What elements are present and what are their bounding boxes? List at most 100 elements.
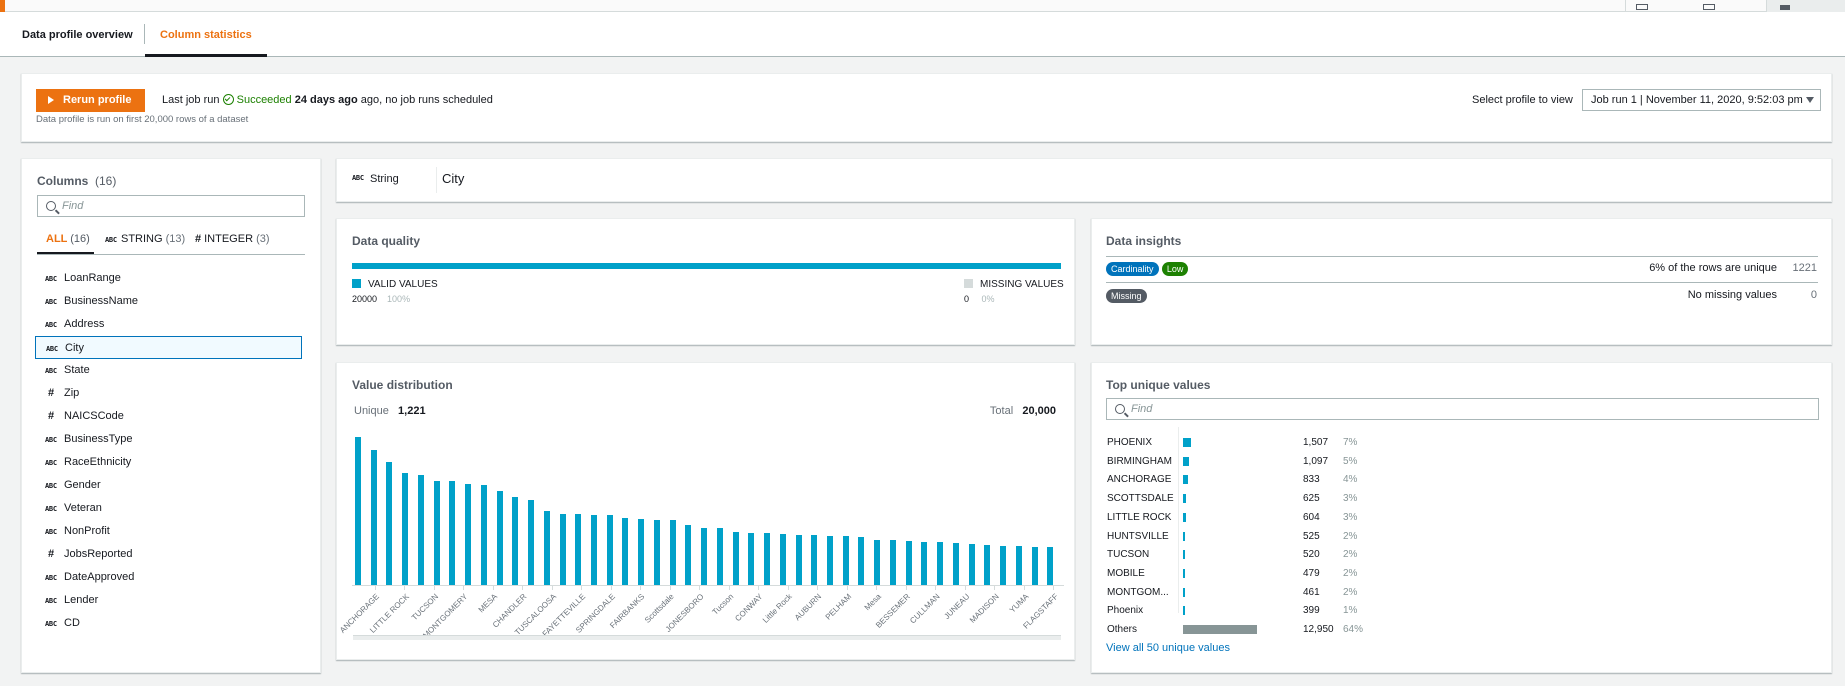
unique-values-search-input[interactable]: Find: [1106, 398, 1819, 420]
top-unique-values-title: Top unique values: [1106, 378, 1211, 392]
last-job-label: Last job run: [162, 94, 220, 106]
unique-value-percent: 2%: [1343, 586, 1358, 598]
chart-bar[interactable]: [370, 450, 377, 585]
chart-bar[interactable]: [937, 542, 944, 585]
chart-bar[interactable]: [685, 525, 692, 585]
chart-bar[interactable]: [417, 474, 424, 585]
grid-view-button[interactable]: [1625, 0, 1765, 12]
column-item-label: City: [65, 342, 84, 354]
filter-string[interactable]: ABC STRING (13): [105, 233, 185, 245]
chart-bar[interactable]: [386, 461, 393, 585]
chart-bar[interactable]: [748, 533, 755, 585]
column-item[interactable]: ABC LoanRange: [35, 267, 302, 290]
chart-bar[interactable]: [480, 485, 487, 585]
chart-bar[interactable]: [638, 519, 645, 585]
unique-value-row: LITTLE ROCK 604 3%: [1107, 508, 1507, 527]
chart-bar[interactable]: [465, 484, 472, 585]
unique-value-count: 525: [1303, 530, 1320, 542]
column-item[interactable]: ABC Gender: [35, 474, 302, 497]
column-item[interactable]: ABC BusinessType: [35, 428, 302, 451]
chart-bar[interactable]: [905, 541, 912, 585]
x-tick: [758, 586, 760, 590]
chart-bar[interactable]: [842, 536, 849, 585]
chart-bar[interactable]: [591, 515, 597, 585]
profile-select[interactable]: Job run 1 | November 11, 2020, 9:52:03 p…: [1582, 89, 1821, 111]
chart-bar[interactable]: [433, 480, 440, 585]
chart-bar[interactable]: [512, 497, 519, 585]
integer-type-icon: #: [48, 410, 55, 422]
chart-bar[interactable]: [779, 534, 786, 585]
column-item-label: NAICSCode: [64, 410, 124, 422]
chart-view-button[interactable]: [1766, 0, 1845, 12]
columns-title: Columns (16): [37, 174, 117, 188]
chart-bar[interactable]: [355, 437, 361, 585]
chart-bar[interactable]: [889, 540, 896, 585]
unique-value-percent: 7%: [1343, 437, 1358, 448]
chart-bar[interactable]: [701, 527, 708, 585]
columns-search-input[interactable]: Find: [37, 195, 305, 217]
chart-scrollbar[interactable]: [353, 635, 1061, 640]
x-tick-label: AUBURN: [793, 592, 824, 623]
tab-column-statistics[interactable]: Column statistics: [145, 12, 267, 57]
column-item[interactable]: ABC State: [35, 359, 302, 382]
chart-bar[interactable]: [1047, 546, 1054, 585]
chart-bar[interactable]: [653, 520, 660, 585]
chart-bar[interactable]: [732, 531, 739, 585]
filter-integer[interactable]: # INTEGER (3): [195, 233, 270, 245]
unique-value-name: Others: [1107, 624, 1138, 635]
chart-bar[interactable]: [543, 511, 550, 585]
string-type-icon: ABC: [46, 345, 58, 353]
unique-value-row: SCOTTSDALE 625 3%: [1107, 489, 1507, 508]
chart-bar[interactable]: [811, 535, 818, 585]
column-item[interactable]: ABC NonProfit: [35, 520, 302, 543]
chart-bar[interactable]: [858, 537, 865, 585]
chart-bar[interactable]: [968, 544, 975, 585]
chart-bar[interactable]: [402, 473, 409, 585]
chart-bar[interactable]: [764, 533, 771, 585]
chart-bar[interactable]: [827, 536, 833, 585]
chart-bar[interactable]: [952, 542, 959, 585]
column-type-label: String: [370, 173, 399, 185]
chart-bar[interactable]: [984, 544, 991, 585]
column-item[interactable]: ABC DateApproved: [35, 566, 302, 589]
chart-bar[interactable]: [622, 518, 629, 585]
chart-bar[interactable]: [449, 480, 456, 585]
total-count: Total 20,000: [989, 405, 1056, 417]
chart-bar[interactable]: [575, 514, 582, 585]
chart-bar[interactable]: [921, 541, 928, 585]
chart-bar[interactable]: [874, 539, 881, 585]
column-item[interactable]: # JobsReported: [35, 543, 302, 566]
view-all-unique-values-link[interactable]: View all 50 unique values: [1106, 642, 1230, 654]
chart-bar[interactable]: [795, 535, 802, 585]
x-tick: [964, 586, 966, 590]
chart-bar[interactable]: [496, 491, 503, 585]
column-item[interactable]: ABC Address: [35, 313, 302, 336]
chart-bar[interactable]: [528, 499, 535, 585]
chart-bar[interactable]: [1015, 545, 1022, 585]
unique-value-count: 12,950: [1303, 624, 1334, 635]
columns-panel: Columns (16) Find ALL (16) ABC STRING (13…: [21, 158, 321, 673]
missing-values-legend: MISSING VALUES: [964, 279, 1064, 290]
column-item[interactable]: ABC City: [35, 336, 302, 359]
x-tick: [404, 586, 406, 590]
caret-down-icon: [1805, 97, 1814, 103]
column-item[interactable]: ABC Lender: [35, 589, 302, 612]
rerun-profile-button[interactable]: Rerun profile: [36, 89, 146, 112]
tab-data-profile-overview[interactable]: Data profile overview: [22, 12, 133, 57]
chart-bar[interactable]: [1031, 546, 1038, 585]
column-item[interactable]: ABC RaceEthnicity: [35, 451, 302, 474]
chart-bar[interactable]: [606, 515, 613, 585]
column-item[interactable]: # NAICSCode: [35, 405, 302, 428]
column-item-label: RaceEthnicity: [64, 456, 132, 468]
unique-value-name: BIRMINGHAM: [1107, 455, 1172, 467]
filter-all[interactable]: ALL (16): [46, 233, 90, 245]
chart-bar[interactable]: [1000, 545, 1007, 585]
column-item[interactable]: ABC CD: [35, 612, 302, 635]
column-item[interactable]: # Zip: [35, 382, 302, 405]
chart-bar[interactable]: [669, 520, 676, 585]
column-item[interactable]: ABC Veteran: [35, 497, 302, 520]
chart-bar[interactable]: [716, 528, 723, 585]
active-filter-indicator: [37, 252, 94, 254]
chart-bar[interactable]: [559, 514, 566, 585]
column-item[interactable]: ABC BusinessName: [35, 290, 302, 313]
